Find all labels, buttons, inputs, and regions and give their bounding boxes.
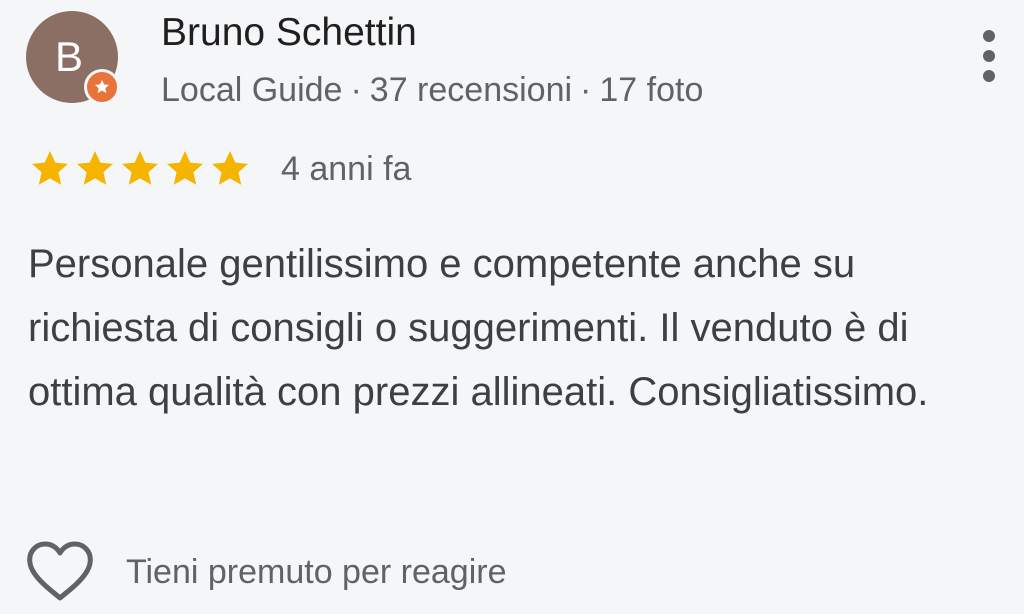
review-text: Personale gentilissimo e competente anch…: [28, 232, 1008, 424]
more-vert-icon: [983, 30, 995, 82]
local-guide-star-icon: [84, 69, 120, 105]
star-filled-icon: [73, 147, 117, 191]
react-button[interactable]: Tieni premuto per reagire: [26, 536, 506, 608]
author-meta: Local Guide · 37 recensioni · 17 foto: [161, 68, 703, 112]
star-filled-icon: [28, 147, 72, 191]
review-count: 37 recensioni: [369, 71, 573, 109]
star-filled-icon: [118, 147, 162, 191]
star-filled-icon: [208, 147, 252, 191]
more-options-button[interactable]: [970, 24, 1008, 92]
review-card: B Bruno Schettin Local Guide · 37 recensio…: [0, 0, 1024, 614]
meta-separator: ·: [580, 71, 592, 109]
local-guide-label: Local Guide: [161, 71, 343, 109]
avatar[interactable]: B: [26, 11, 122, 107]
react-label: Tieni premuto per reagire: [126, 552, 507, 591]
avatar-initial: B: [54, 33, 83, 80]
review-date: 4 anni fa: [281, 150, 412, 188]
meta-separator: ·: [350, 71, 362, 109]
photo-count: 17 foto: [599, 71, 704, 109]
heart-outline-icon: [26, 541, 94, 603]
star-rating: [28, 147, 253, 191]
rating-row: 4 anni fa: [28, 144, 411, 194]
review-body: Personale gentilissimo e competente anch…: [28, 242, 929, 414]
author-name[interactable]: Bruno Schettin: [161, 10, 417, 56]
star-filled-icon: [163, 147, 207, 191]
